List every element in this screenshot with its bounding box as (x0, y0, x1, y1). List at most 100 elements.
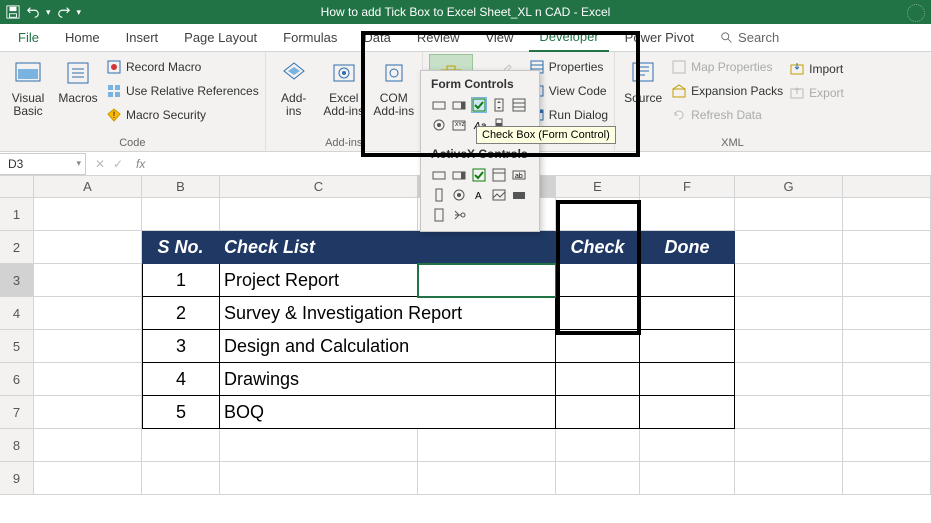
ax-label-icon[interactable]: A (471, 187, 487, 203)
cell-g4[interactable] (735, 297, 843, 330)
form-list-icon[interactable] (511, 97, 527, 113)
ax-combo-icon[interactable] (451, 167, 467, 183)
form-checkbox-icon[interactable] (471, 97, 487, 113)
properties-button[interactable]: Properties (529, 56, 608, 78)
com-addins-button[interactable]: COM Add-ins (372, 54, 416, 128)
cell-item-4[interactable]: Drawings (220, 363, 556, 396)
qat-dropdown-icon[interactable]: ▾ (46, 7, 51, 18)
cell-done-2[interactable] (640, 297, 735, 330)
header-sno[interactable]: S No. (142, 231, 220, 264)
cell-a8[interactable] (34, 429, 142, 462)
form-combo-icon[interactable] (451, 97, 467, 113)
cell-f1[interactable] (640, 198, 735, 231)
form-option-icon[interactable] (431, 117, 447, 133)
header-checklist[interactable]: Check List (220, 231, 556, 264)
cell-e1[interactable] (556, 198, 640, 231)
tab-page-layout[interactable]: Page Layout (174, 24, 267, 52)
row-header-7[interactable]: 7 (0, 396, 34, 429)
tab-formulas[interactable]: Formulas (273, 24, 347, 52)
cell-h7[interactable] (843, 396, 931, 429)
cell-g3[interactable] (735, 264, 843, 297)
cell-h5[interactable] (843, 330, 931, 363)
use-relative-button[interactable]: Use Relative References (106, 80, 259, 102)
ax-more-icon[interactable] (451, 207, 467, 223)
qat-customize-icon[interactable]: ▾ (77, 7, 82, 18)
col-header-a[interactable]: A (34, 176, 142, 198)
cell-a1[interactable] (34, 198, 142, 231)
macros-button[interactable]: Macros (56, 54, 100, 128)
form-spin-icon[interactable] (491, 97, 507, 113)
cell-g2[interactable] (735, 231, 843, 264)
cell-h3[interactable] (843, 264, 931, 297)
ax-checkbox-icon[interactable] (471, 167, 487, 183)
cell-item-3[interactable]: Design and Calculation (220, 330, 556, 363)
cell-b1[interactable] (142, 198, 220, 231)
cell-f8[interactable] (640, 429, 735, 462)
cell-done-3[interactable] (640, 330, 735, 363)
cell-a9[interactable] (34, 462, 142, 495)
cell-done-1[interactable] (640, 264, 735, 297)
account-icon[interactable] (907, 4, 925, 22)
cell-a2[interactable] (34, 231, 142, 264)
cell-e9[interactable] (556, 462, 640, 495)
import-button[interactable]: Import (789, 58, 844, 80)
refresh-data-button[interactable]: Refresh Data (671, 104, 783, 126)
enter-formula-icon[interactable]: ✓ (110, 157, 126, 171)
fx-icon[interactable]: fx (132, 157, 145, 171)
cancel-formula-icon[interactable]: ✕ (92, 157, 108, 171)
cell-a6[interactable] (34, 363, 142, 396)
cell-sno-5[interactable]: 5 (142, 396, 220, 429)
cell-h6[interactable] (843, 363, 931, 396)
tab-data[interactable]: Data (353, 24, 400, 52)
header-check[interactable]: Check (556, 231, 640, 264)
row-header-3[interactable]: 3 (0, 264, 34, 297)
cell-sno-1[interactable]: 1 (142, 264, 220, 297)
cell-done-5[interactable] (640, 396, 735, 429)
macro-security-button[interactable]: !Macro Security (106, 104, 259, 126)
ax-command-icon[interactable] (431, 167, 447, 183)
row-header-6[interactable]: 6 (0, 363, 34, 396)
cell-d9[interactable] (418, 462, 556, 495)
tab-developer[interactable]: Developer (529, 24, 608, 52)
cell-g6[interactable] (735, 363, 843, 396)
cell-a7[interactable] (34, 396, 142, 429)
ax-scroll-icon[interactable] (431, 187, 447, 203)
cell-e8[interactable] (556, 429, 640, 462)
redo-icon[interactable] (57, 5, 71, 19)
excel-addins-button[interactable]: Excel Add-ins (322, 54, 366, 128)
cell-sno-3[interactable]: 3 (142, 330, 220, 363)
col-header-c[interactable]: C (220, 176, 418, 198)
cell-sno-4[interactable]: 4 (142, 363, 220, 396)
tab-view[interactable]: View (475, 24, 523, 52)
cell-f9[interactable] (640, 462, 735, 495)
cell-done-4[interactable] (640, 363, 735, 396)
cell-check-2[interactable] (556, 297, 640, 330)
cell-check-5[interactable] (556, 396, 640, 429)
ax-option-icon[interactable] (451, 187, 467, 203)
cell-a4[interactable] (34, 297, 142, 330)
row-header-8[interactable]: 8 (0, 429, 34, 462)
cell-c8[interactable] (220, 429, 418, 462)
view-code-button[interactable]: View Code (529, 80, 608, 102)
tab-power-pivot[interactable]: Power Pivot (615, 24, 704, 52)
cell-check-1[interactable] (556, 264, 640, 297)
row-header-1[interactable]: 1 (0, 198, 34, 231)
selected-cell-d3[interactable] (418, 264, 556, 297)
row-header-5[interactable]: 5 (0, 330, 34, 363)
row-header-4[interactable]: 4 (0, 297, 34, 330)
col-header-g[interactable]: G (735, 176, 843, 198)
export-button[interactable]: Export (789, 82, 844, 104)
tab-file[interactable]: File (8, 24, 49, 52)
search-box[interactable]: Search (710, 24, 789, 52)
cell-item-2[interactable]: Survey & Investigation Report (220, 297, 556, 330)
addins-button[interactable]: Add- ins (272, 54, 316, 128)
row-header-9[interactable]: 9 (0, 462, 34, 495)
cell-c1[interactable] (220, 198, 418, 231)
visual-basic-button[interactable]: Visual Basic (6, 54, 50, 128)
col-header-b[interactable]: B (142, 176, 220, 198)
cell-g8[interactable] (735, 429, 843, 462)
cell-g5[interactable] (735, 330, 843, 363)
col-header-f[interactable]: F (640, 176, 735, 198)
map-properties-button[interactable]: Map Properties (671, 56, 783, 78)
cell-b9[interactable] (142, 462, 220, 495)
